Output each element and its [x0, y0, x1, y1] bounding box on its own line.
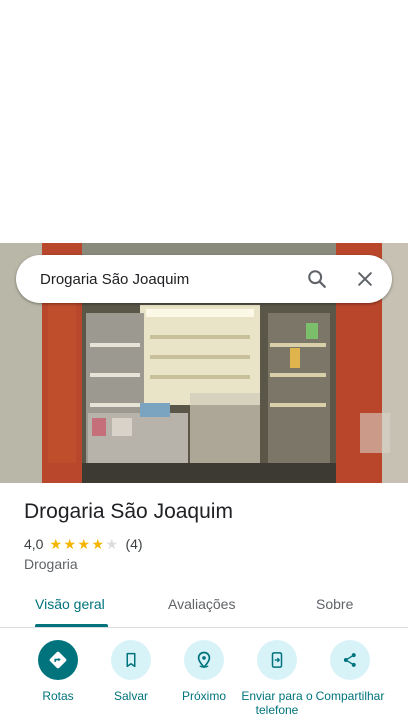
place-tabs: Visão geral Avaliações Sobre: [0, 586, 408, 628]
share-label: Compartilhar: [315, 689, 385, 703]
action-bar: Rotas Salvar Próximo Enviar para o telef…: [0, 640, 408, 726]
search-bar[interactable]: Drogaria São Joaquim: [16, 255, 392, 303]
star-filled-icon: ★: [91, 536, 105, 552]
close-icon[interactable]: [350, 264, 380, 294]
share-icon: [330, 640, 370, 680]
tab-about[interactable]: Sobre: [316, 596, 353, 612]
star-empty-icon: ★: [105, 536, 119, 552]
search-icon[interactable]: [302, 264, 332, 294]
star-filled-icon: ★: [63, 536, 77, 552]
rating-stars: ★ ★ ★ ★ ★: [49, 537, 119, 551]
bookmark-icon: [111, 640, 151, 680]
tab-overview[interactable]: Visão geral: [35, 596, 105, 612]
save-label: Salvar: [113, 689, 148, 703]
directions-button[interactable]: Rotas: [18, 640, 98, 703]
directions-label: Rotas: [42, 689, 74, 703]
tab-reviews[interactable]: Avaliações: [168, 596, 235, 612]
send-to-phone-icon: [257, 640, 297, 680]
map-blank-area: [0, 0, 408, 243]
rating-row[interactable]: 4,0 ★ ★ ★ ★ ★ (4): [24, 535, 143, 553]
nearby-label: Próximo: [181, 689, 226, 703]
save-button[interactable]: Salvar: [91, 640, 171, 703]
rating-value: 4,0: [24, 536, 44, 552]
place-title: Drogaria São Joaquim: [24, 500, 233, 523]
star-filled-icon: ★: [77, 536, 91, 552]
directions-icon: [38, 640, 78, 680]
nearby-icon: [184, 640, 224, 680]
review-count: (4): [125, 536, 143, 552]
send-to-phone-button[interactable]: Enviar para o telefone: [237, 640, 317, 717]
star-filled-icon: ★: [49, 536, 63, 552]
search-input[interactable]: Drogaria São Joaquim: [40, 271, 392, 288]
place-category: Drogaria: [24, 556, 78, 572]
nearby-button[interactable]: Próximo: [164, 640, 244, 703]
active-tab-indicator: [35, 624, 108, 627]
share-button[interactable]: Compartilhar: [310, 640, 390, 703]
